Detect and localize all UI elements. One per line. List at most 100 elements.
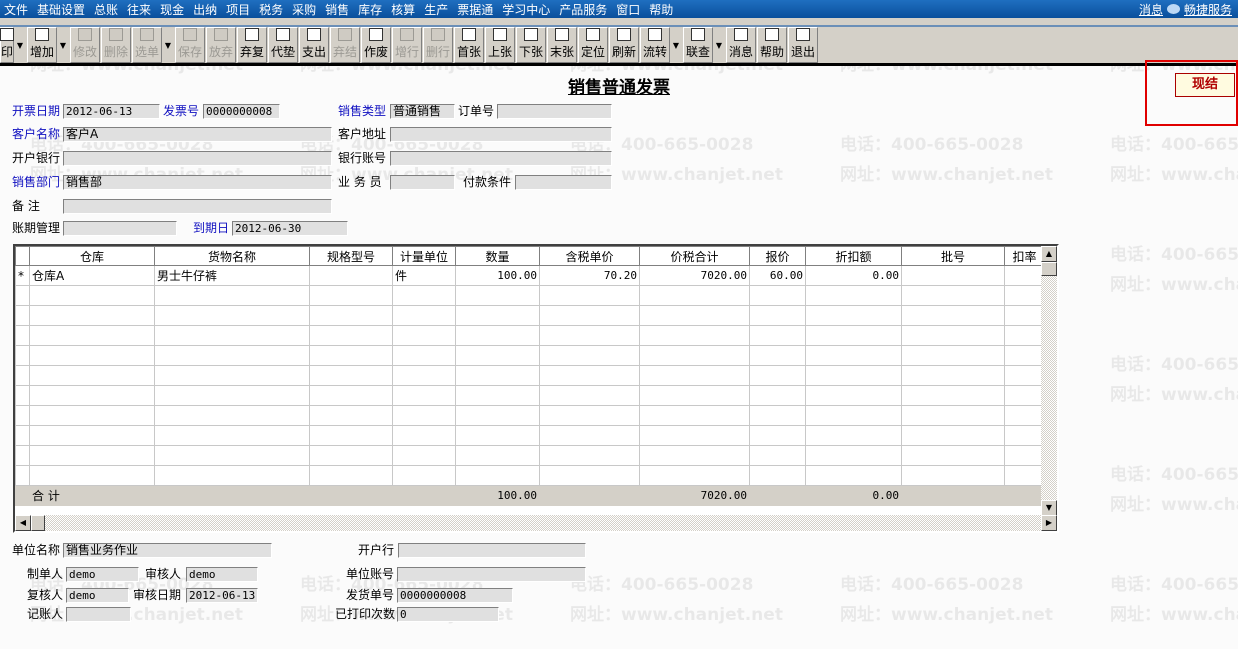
toolbar-button-flow[interactable]: 流转 (640, 27, 670, 63)
table-cell[interactable] (309, 445, 393, 466)
toolbar-button-advance[interactable]: 代垫 (268, 27, 298, 63)
table-cell[interactable] (1004, 425, 1045, 446)
table-cell[interactable] (749, 445, 806, 466)
table-cell[interactable] (29, 445, 155, 466)
table-cell[interactable] (639, 285, 750, 306)
menu-item[interactable]: 项目 (226, 1, 250, 18)
table-cell[interactable] (539, 405, 640, 426)
table-cell[interactable] (29, 305, 155, 326)
table-cell[interactable] (309, 325, 393, 346)
table-cell[interactable] (805, 385, 902, 406)
order-no-field[interactable] (497, 104, 612, 119)
menu-item[interactable]: 窗口 (616, 1, 640, 18)
table-cell[interactable] (154, 445, 310, 466)
table-cell[interactable] (805, 345, 902, 366)
table-cell[interactable] (154, 325, 310, 346)
table-cell[interactable] (539, 325, 640, 346)
bank-account-field[interactable] (390, 151, 612, 166)
toolbar-button-select[interactable]: 选单 (132, 27, 162, 63)
table-cell[interactable] (539, 385, 640, 406)
toolbar-button-add-row[interactable]: 增行 (392, 27, 422, 63)
table-cell[interactable]: 60.00 (749, 265, 806, 286)
scroll-left-button[interactable]: ◀ (15, 515, 31, 531)
table-cell[interactable]: 7020.00 (639, 265, 750, 286)
toolbar-button-unreview[interactable]: 弃复 (237, 27, 267, 63)
table-row[interactable] (15, 305, 1045, 326)
table-cell[interactable] (901, 365, 1005, 386)
table-cell[interactable] (639, 465, 750, 486)
column-header[interactable]: 价税合计 (639, 246, 750, 266)
toolbar-button-delete-row[interactable]: 删行 (423, 27, 453, 63)
table-cell[interactable] (901, 445, 1005, 466)
scroll-thumb[interactable] (1041, 262, 1057, 276)
menu-item[interactable]: 现金 (160, 1, 184, 18)
table-cell[interactable] (639, 425, 750, 446)
table-cell[interactable] (749, 285, 806, 306)
menu-item[interactable]: 生产 (424, 1, 448, 18)
menu-item[interactable]: 税务 (259, 1, 283, 18)
column-header[interactable]: 扣率 (1004, 246, 1045, 266)
message-link[interactable]: 消息 (1139, 1, 1163, 18)
table-cell[interactable] (639, 445, 750, 466)
table-cell[interactable] (154, 465, 310, 486)
table-row[interactable] (15, 465, 1045, 486)
table-row[interactable] (15, 285, 1045, 306)
table-cell[interactable] (392, 465, 456, 486)
remark-field[interactable] (63, 199, 332, 214)
table-cell[interactable] (29, 425, 155, 446)
column-header[interactable]: 规格型号 (309, 246, 393, 266)
customer-address-field[interactable] (390, 127, 612, 142)
table-cell[interactable] (309, 345, 393, 366)
table-cell[interactable] (15, 325, 30, 346)
dropdown-arrow-button[interactable]: ▼ (15, 27, 25, 63)
table-cell[interactable] (154, 305, 310, 326)
table-cell[interactable] (639, 405, 750, 426)
table-cell[interactable] (805, 285, 902, 306)
table-cell[interactable] (901, 345, 1005, 366)
table-cell[interactable] (15, 385, 30, 406)
table-row[interactable]: * 仓库A 男士牛仔裤 件 100.00 70.20 7020.00 60.00 0.00 (15, 265, 1045, 286)
table-cell[interactable] (309, 385, 393, 406)
review-date-field[interactable]: 2012-06-13 (186, 588, 258, 603)
department-field[interactable]: 销售部 (63, 175, 332, 190)
table-cell[interactable] (901, 385, 1005, 406)
table-cell[interactable] (29, 405, 155, 426)
table-cell[interactable] (154, 385, 310, 406)
table-cell[interactable] (749, 465, 806, 486)
horizontal-scrollbar[interactable]: ◀ ▶ (15, 515, 1057, 531)
table-cell[interactable] (309, 365, 393, 386)
table-cell[interactable] (539, 345, 640, 366)
table-cell[interactable] (455, 445, 540, 466)
table-cell[interactable] (455, 385, 540, 406)
dropdown-arrow-button[interactable]: ▼ (163, 27, 173, 63)
table-cell[interactable] (15, 405, 30, 426)
table-cell[interactable] (309, 425, 393, 446)
table-cell[interactable] (749, 425, 806, 446)
dropdown-arrow-button[interactable]: ▼ (58, 27, 68, 63)
table-row[interactable] (15, 325, 1045, 346)
table-cell[interactable] (539, 425, 640, 446)
table-cell[interactable] (749, 305, 806, 326)
invoice-date-field[interactable]: 2012-06-13 (63, 104, 160, 119)
menu-item[interactable]: 基础设置 (37, 1, 85, 18)
table-cell[interactable] (805, 405, 902, 426)
table-cell[interactable] (29, 325, 155, 346)
menu-item[interactable]: 文件 (4, 1, 28, 18)
table-cell[interactable] (392, 345, 456, 366)
table-cell[interactable] (154, 365, 310, 386)
salesman-field[interactable] (390, 175, 455, 190)
table-cell[interactable] (901, 425, 1005, 446)
table-cell[interactable] (455, 305, 540, 326)
table-cell[interactable] (392, 285, 456, 306)
menu-item[interactable]: 采购 (292, 1, 316, 18)
table-cell[interactable] (455, 425, 540, 446)
table-cell[interactable] (154, 285, 310, 306)
menu-item[interactable]: 学习中心 (502, 1, 550, 18)
table-cell[interactable] (392, 405, 456, 426)
invoice-no-field[interactable]: 0000000008 (203, 104, 280, 119)
table-cell[interactable] (15, 445, 30, 466)
table-cell[interactable] (639, 345, 750, 366)
table-cell[interactable] (639, 325, 750, 346)
table-cell[interactable] (29, 385, 155, 406)
table-cell[interactable] (392, 445, 456, 466)
